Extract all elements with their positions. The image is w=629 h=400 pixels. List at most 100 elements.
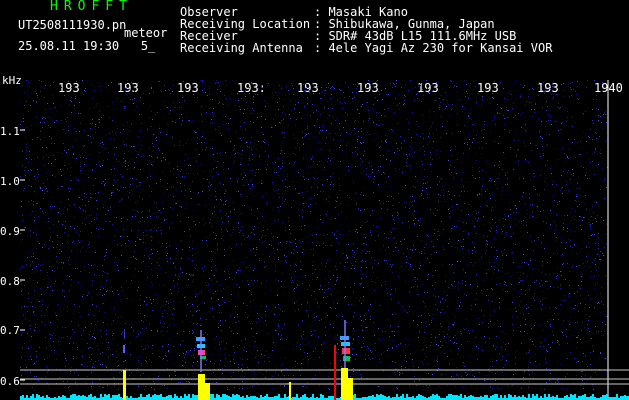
noise-speck: [374, 290, 375, 291]
noise-speck: [314, 136, 315, 137]
noise-speck: [100, 287, 101, 288]
noise-speck: [599, 136, 600, 137]
noise-speck: [188, 279, 189, 280]
noise-speck: [594, 80, 595, 81]
noise-speck: [593, 349, 594, 350]
noise-speck: [542, 261, 543, 262]
noise-speck: [562, 187, 563, 188]
noise-speck: [288, 125, 289, 126]
noise-speck: [355, 265, 356, 266]
noise-speck: [437, 210, 438, 211]
noise-speck: [347, 257, 348, 258]
noise-speck: [393, 83, 394, 84]
noise-speck: [494, 165, 495, 166]
noise-speck: [502, 231, 503, 232]
noise-speck: [261, 237, 262, 238]
noise-speck: [126, 139, 127, 140]
noise-speck: [477, 359, 478, 360]
noise-speck: [123, 187, 124, 188]
noise-speck: [433, 314, 434, 315]
noise-speck: [246, 267, 247, 268]
noise-speck: [138, 154, 139, 155]
noise-speck: [463, 153, 464, 154]
noise-speck: [497, 256, 498, 257]
noise-speck: [558, 130, 559, 131]
noise-speck: [264, 293, 265, 294]
noise-speck: [233, 359, 234, 360]
noise-speck: [535, 104, 536, 105]
noise-speck: [317, 187, 318, 188]
noise-speck: [239, 267, 240, 268]
noise-speck: [149, 359, 150, 360]
noise-speck: [298, 193, 299, 194]
noise-speck: [523, 377, 524, 378]
noise-speck: [153, 335, 154, 336]
noise-speck: [121, 316, 122, 317]
noise-speck: [118, 317, 119, 318]
noise-speck: [542, 299, 543, 300]
noise-speck: [118, 294, 119, 295]
noise-speck: [447, 295, 448, 296]
noise-speck: [580, 295, 581, 296]
noise-speck: [461, 162, 462, 163]
noise-speck: [272, 209, 273, 210]
noise-speck: [93, 333, 94, 334]
noise-speck: [582, 147, 583, 148]
noise-speck: [78, 210, 79, 211]
noise-speck: [64, 81, 65, 82]
noise-speck: [273, 95, 274, 96]
noise-speck: [422, 188, 423, 189]
noise-speck: [143, 235, 144, 236]
noise-speck: [193, 130, 194, 131]
noise-speck: [223, 115, 224, 116]
noise-speck: [282, 364, 283, 365]
noise-speck: [186, 204, 187, 205]
noise-speck: [114, 139, 115, 140]
noise-speck: [201, 115, 202, 116]
noise-speck: [93, 363, 94, 364]
noise-speck: [123, 229, 124, 230]
noise-speck: [307, 242, 308, 243]
noise-speck: [188, 381, 189, 382]
noise-speck: [486, 375, 487, 376]
noise-speck: [317, 302, 318, 303]
noise-speck: [463, 362, 464, 363]
noise-speck: [539, 119, 540, 120]
noise-speck: [600, 113, 601, 114]
noise-speck: [157, 262, 158, 263]
noise-speck: [467, 191, 468, 192]
noise-speck: [208, 198, 209, 199]
noise-speck: [194, 350, 195, 351]
noise-speck: [105, 148, 106, 149]
noise-speck: [314, 320, 315, 321]
noise-speck: [69, 343, 70, 344]
noise-speck: [107, 273, 108, 274]
noise-speck: [392, 205, 393, 206]
noise-speck: [133, 330, 134, 331]
noise-speck: [34, 217, 35, 218]
noise-speck: [299, 215, 300, 216]
noise-speck: [414, 223, 415, 224]
noise-speck: [547, 106, 548, 107]
noise-speck: [82, 205, 83, 206]
noise-speck: [167, 183, 168, 184]
noise-speck: [436, 154, 437, 155]
noise-speck: [359, 113, 360, 114]
noise-speck: [457, 354, 458, 355]
noise-speck: [117, 290, 118, 291]
noise-speck: [437, 359, 438, 360]
noise-speck: [570, 230, 571, 231]
noise-speck: [215, 83, 216, 84]
noise-speck: [151, 303, 152, 304]
noise-speck: [347, 273, 348, 274]
noise-speck: [145, 266, 146, 267]
noise-speck: [399, 103, 400, 104]
noise-speck: [604, 358, 605, 359]
noise-speck: [150, 176, 151, 177]
noise-speck: [538, 269, 539, 270]
noise-speck: [241, 140, 242, 141]
noise-speck: [129, 168, 130, 169]
noise-speck: [387, 306, 388, 307]
noise-speck: [73, 241, 74, 242]
noise-speck: [555, 382, 556, 383]
